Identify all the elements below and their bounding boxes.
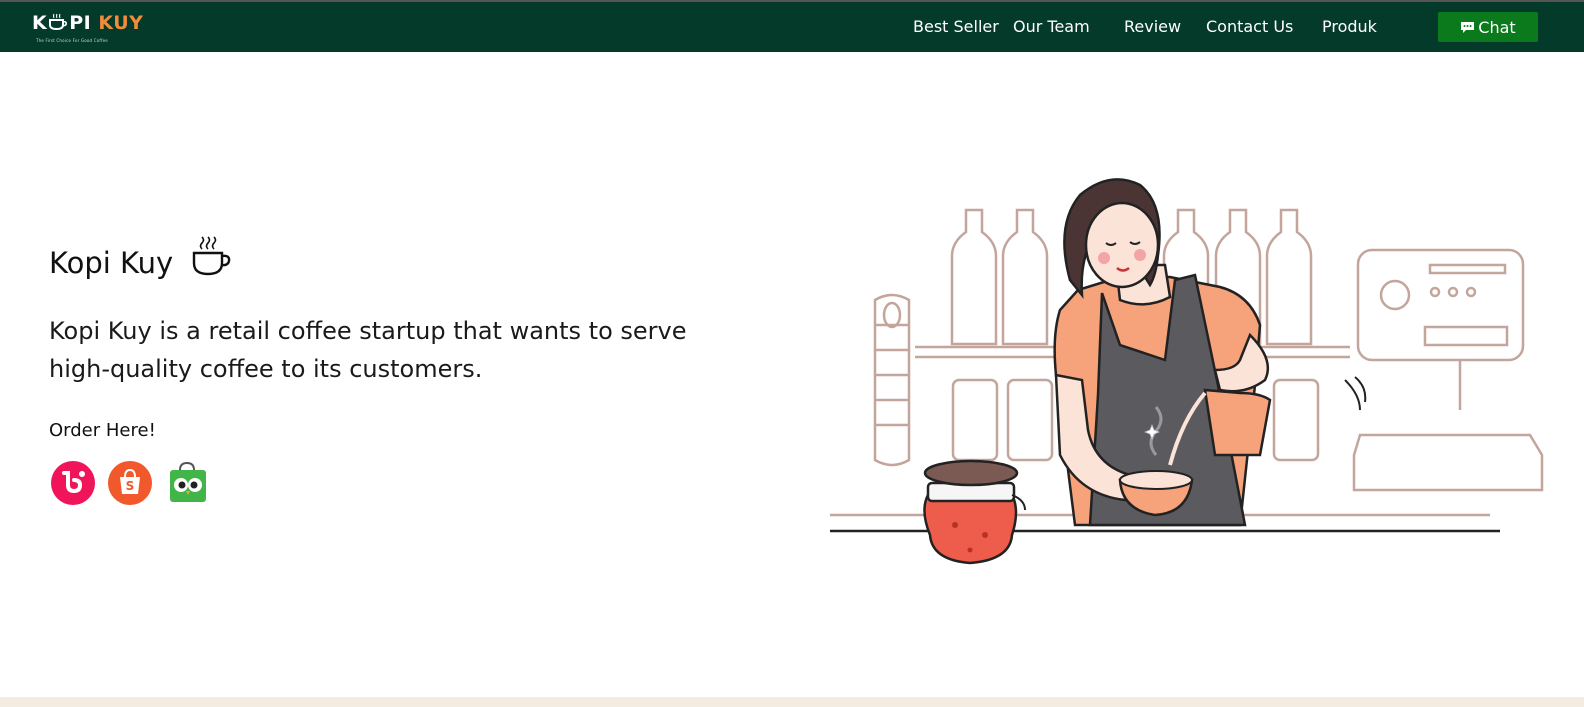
shopee-store-link[interactable]: S [107, 460, 153, 506]
shopee-logo-icon: S [108, 461, 152, 505]
blibli-logo-icon [51, 461, 95, 505]
chat-button-label: Chat [1478, 17, 1516, 37]
jam-jar [923, 459, 1026, 565]
hero-description: Kopi Kuy is a retail coffee startup that… [49, 317, 687, 383]
barista-figure [1053, 178, 1367, 527]
nav-review[interactable]: Review [1124, 17, 1181, 36]
nav-produk[interactable]: Produk [1322, 17, 1377, 36]
steaming-cup-icon [192, 236, 231, 276]
tokopedia-logo-icon [170, 461, 206, 502]
chat-bubble-icon [1461, 21, 1475, 33]
page-bottom-border [0, 697, 1584, 707]
main-nav: Best Seller Our Team Review Contact Us P… [0, 2, 1584, 54]
barista-illustration [830, 178, 1544, 565]
top-navbar: K PI KUY The First Choice For Good Coffe… [0, 0, 1584, 52]
nav-our-team[interactable]: Our Team [1013, 17, 1090, 36]
chat-button[interactable]: Chat [1438, 12, 1538, 42]
blibli-store-link[interactable] [50, 460, 96, 506]
nav-contact-us[interactable]: Contact Us [1206, 17, 1293, 36]
nav-best-seller[interactable]: Best Seller [913, 17, 999, 36]
hero-title: Kopi Kuy [49, 246, 174, 280]
tokopedia-store-link[interactable] [165, 460, 211, 506]
order-here-label: Order Here! [49, 420, 156, 441]
svg-text:S: S [126, 479, 135, 493]
